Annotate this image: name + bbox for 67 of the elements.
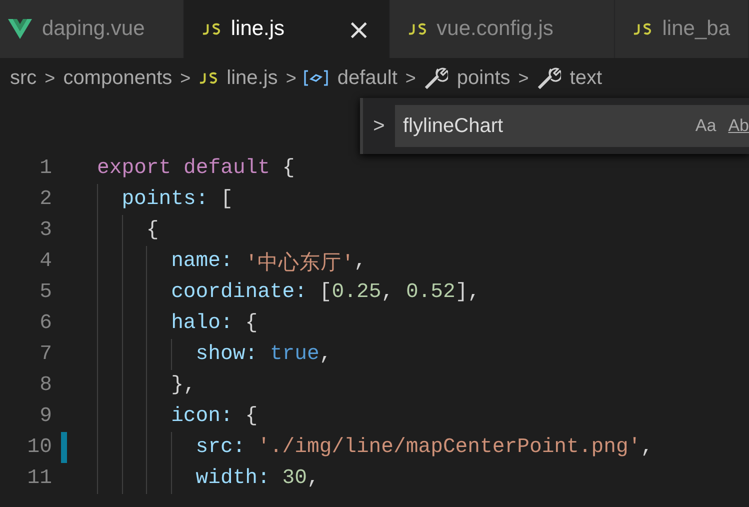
editor-tab[interactable]: vue.config.js <box>390 0 616 58</box>
breadcrumb-item[interactable]: line.js <box>198 66 278 90</box>
breadcrumb-separator: > <box>180 68 191 88</box>
line-number: 6 <box>38 312 52 335</box>
code-token: [ <box>220 188 233 211</box>
code-token: { <box>146 219 159 242</box>
js-file-icon <box>198 72 218 84</box>
breadcrumb-separator: > <box>405 68 416 88</box>
code-token: , <box>640 436 654 459</box>
code-token: { <box>282 157 295 180</box>
code-token: halo: <box>171 312 233 335</box>
js-file-icon <box>202 23 221 35</box>
code-token: width: <box>196 467 270 490</box>
code-token: src: <box>196 436 246 459</box>
breadcrumb-item[interactable]: src <box>10 66 37 90</box>
find-option-button[interactable]: Ab <box>727 116 749 136</box>
code-token: , <box>354 250 366 273</box>
line-number: 4 <box>38 250 52 273</box>
editor-tab[interactable]: line_ba <box>615 0 749 58</box>
vue-logo-icon <box>8 19 32 39</box>
breadcrumb-item[interactable]: components <box>63 66 172 90</box>
code-token: ], <box>455 281 480 304</box>
code-token: '中心东厅' <box>245 250 354 276</box>
code-token: , <box>319 343 332 366</box>
toggle-replace-button[interactable]: > <box>363 114 395 138</box>
code-token: name: <box>171 250 233 273</box>
editor-tab[interactable]: line.js × <box>184 0 390 58</box>
line-number: 11 <box>26 467 52 490</box>
code-token: , <box>381 281 394 304</box>
line-number: 7 <box>38 343 52 366</box>
braces-cube-icon <box>304 70 328 86</box>
line-number: 3 <box>38 219 52 242</box>
breadcrumb-item[interactable]: points <box>424 66 510 90</box>
code-token: { <box>245 405 258 428</box>
code-token: 0.52 <box>406 281 456 304</box>
wrench-icon <box>536 66 561 90</box>
code-token: [ <box>319 281 332 304</box>
code-token: export default <box>97 157 270 180</box>
wrench-icon <box>424 66 448 90</box>
js-file-icon <box>408 23 427 35</box>
code-token: { <box>245 312 258 335</box>
code-token: coordinate: <box>171 281 308 304</box>
close-tab-button[interactable]: × <box>347 12 371 46</box>
breadcrumb-separator: > <box>286 68 296 88</box>
find-input[interactable]: flylineChart Aa Ab <box>395 105 749 147</box>
find-option-button[interactable]: Aa <box>694 116 718 136</box>
line-number: 2 <box>38 188 52 211</box>
line-number: 8 <box>38 374 52 397</box>
code-token: 30 <box>282 467 308 490</box>
code-token: show: <box>196 343 258 366</box>
breadcrumb-item[interactable]: text <box>536 66 602 90</box>
breadcrumb-item[interactable]: default <box>304 66 398 90</box>
code-token: 0.25 <box>332 281 382 304</box>
js-file-icon <box>633 23 652 35</box>
code-token: , <box>307 467 320 490</box>
line-number: 10 <box>26 436 52 459</box>
code-token: true <box>270 343 320 366</box>
line-number: 1 <box>38 157 52 180</box>
code-token: './img/line/mapCenterPoint.png' <box>258 436 641 459</box>
breadcrumb-separator: > <box>518 68 529 88</box>
editor-tab[interactable]: daping.vue <box>0 0 184 58</box>
code-token: icon: <box>171 405 233 428</box>
breadcrumb-separator: > <box>44 68 56 88</box>
code-token: points: <box>122 188 208 211</box>
line-number: 9 <box>38 405 52 428</box>
code-token: }, <box>171 374 196 397</box>
line-number: 5 <box>38 281 52 304</box>
